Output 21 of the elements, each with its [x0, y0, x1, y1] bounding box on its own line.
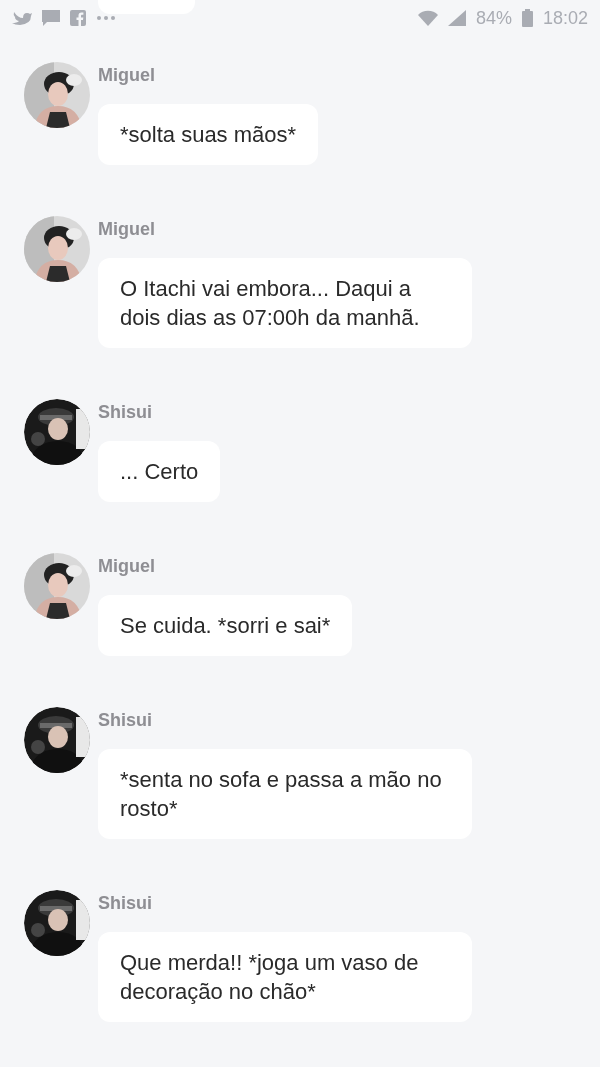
message-bubble: *solta suas mãos* [98, 104, 319, 165]
author-name: Shisui [98, 893, 152, 913]
bird-icon [12, 10, 32, 26]
author-name: Miguel [98, 556, 155, 576]
battery-percentage: 84% [475, 7, 512, 29]
facebook-icon [70, 10, 86, 26]
author-name: Shisui [98, 710, 152, 730]
message-bubble: O Itachi vai embora... Daqui a dois dias as 07:00h da manhã. [98, 258, 472, 348]
battery-icon [521, 9, 533, 27]
chat-icon [42, 10, 60, 26]
author-name: Miguel [98, 219, 155, 239]
signal-icon [447, 10, 466, 26]
clock-time: 18:02 [542, 7, 588, 29]
message-bubble: *senta no sofa e passa a mão no rosto* [98, 749, 472, 839]
message-bubble: Se cuida. *sorri e sai* [98, 595, 353, 656]
author-name: Miguel [98, 65, 155, 85]
wifi-icon [417, 10, 438, 26]
more-icon [96, 15, 116, 21]
message-bubble: Que merda!! *joga um vaso de decoração no chão* [98, 932, 472, 1022]
author-name: Shisui [98, 402, 152, 422]
message-bubble: ... Certo [98, 441, 221, 502]
